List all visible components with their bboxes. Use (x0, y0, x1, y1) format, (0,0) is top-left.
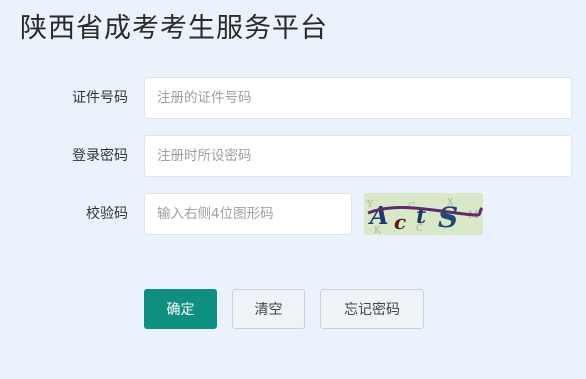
captcha-image[interactable]: Y K C C X M A c t S (364, 193, 483, 235)
id-number-label: 证件号码 (72, 90, 128, 106)
captcha-row: 校验码 Y K C C X M A c t S (0, 193, 586, 235)
captcha-glyph: S (438, 201, 458, 234)
clear-button[interactable]: 清空 (232, 289, 305, 329)
captcha-glyph: c (394, 210, 406, 234)
id-number-input[interactable] (144, 77, 572, 119)
password-label: 登录密码 (72, 148, 128, 164)
password-input[interactable] (144, 135, 572, 177)
captcha-graphic: Y K C C X M A c t S (364, 193, 483, 235)
id-number-row: 证件号码 (0, 77, 586, 119)
password-row: 登录密码 (0, 135, 586, 177)
page-title: 陕西省成考考生服务平台 (20, 13, 328, 44)
captcha-input[interactable] (144, 193, 352, 235)
captcha-label: 校验码 (86, 206, 128, 222)
confirm-button[interactable]: 确定 (144, 289, 217, 329)
captcha-glyph: A (368, 201, 389, 230)
forgot-password-button[interactable]: 忘记密码 (320, 289, 424, 329)
